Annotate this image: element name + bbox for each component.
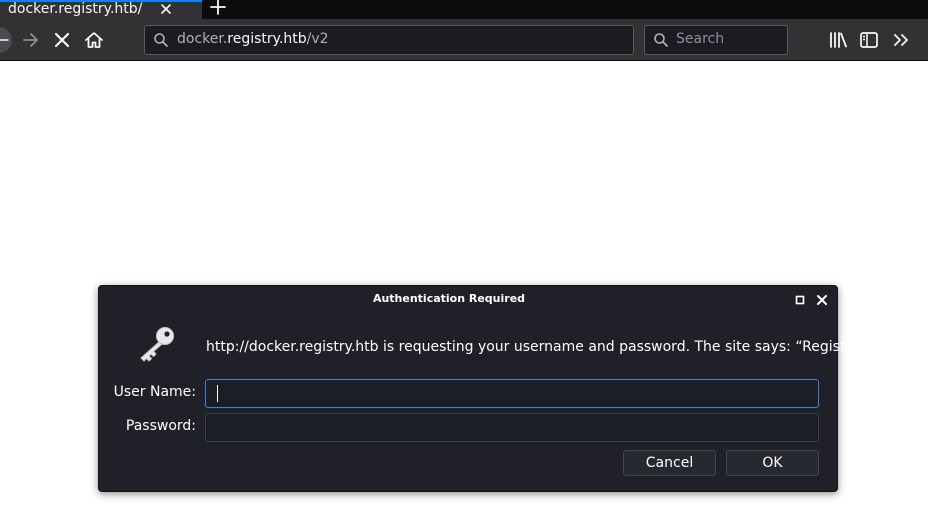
back-arrow-icon [0, 39, 9, 41]
active-tab[interactable]: docker.registry.htb/ [0, 0, 202, 19]
tab-title: docker.registry.htb/ [8, 1, 143, 17]
library-icon[interactable] [826, 28, 850, 52]
stop-icon[interactable] [50, 28, 74, 52]
username-field[interactable] [205, 379, 819, 408]
search-placeholder: Search [676, 31, 725, 47]
back-button[interactable] [0, 27, 12, 53]
key-icon [140, 327, 174, 362]
cancel-button[interactable]: Cancel [623, 450, 716, 476]
auth-message: http://docker.registry.htb is requesting… [206, 339, 867, 355]
close-icon[interactable] [816, 294, 828, 306]
ok-button[interactable]: OK [726, 450, 819, 476]
url-host-prefix: docker. [177, 31, 228, 47]
close-tab-icon[interactable] [158, 1, 174, 17]
username-label: User Name: [113, 384, 196, 400]
text-caret [217, 385, 218, 402]
url-host: registry.htb [227, 31, 307, 47]
overflow-menu-icon[interactable] [890, 28, 914, 52]
search-icon [654, 33, 668, 47]
tab-strip: docker.registry.htb/ [0, 0, 928, 19]
new-tab-icon[interactable] [206, 0, 230, 19]
url-search-icon [154, 33, 168, 47]
forward-arrow-icon[interactable] [19, 28, 43, 52]
dialog-title: Authentication Required [372, 292, 526, 305]
password-label: Password: [125, 418, 196, 434]
url-path: /v2 [306, 31, 329, 47]
search-bar[interactable]: Search [644, 25, 788, 55]
sidebar-icon[interactable] [857, 28, 881, 52]
maximize-icon[interactable] [795, 295, 805, 305]
url-text: docker.registry.htb/v2 [177, 31, 329, 47]
password-field[interactable] [205, 413, 819, 442]
url-bar[interactable]: docker.registry.htb/v2 [144, 25, 634, 55]
home-icon[interactable] [82, 28, 106, 52]
authentication-dialog: Authentication Required http://docker.re… [98, 285, 867, 492]
navigation-toolbar: docker.registry.htb/v2 Search [0, 19, 928, 61]
